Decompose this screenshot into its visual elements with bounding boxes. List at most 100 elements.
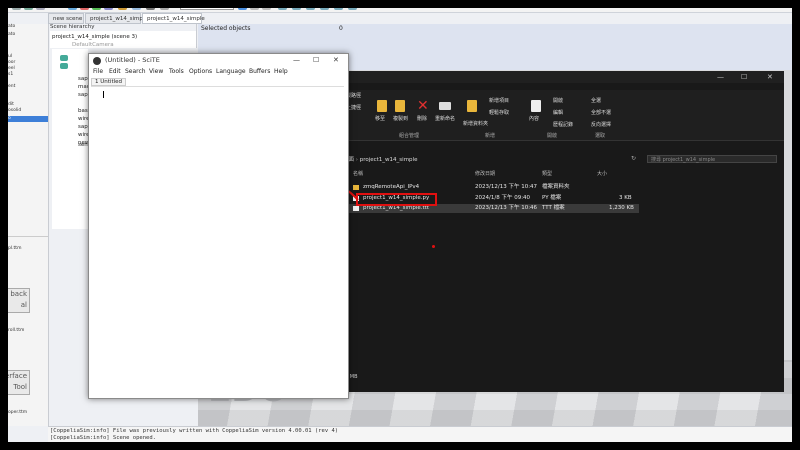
rename-icon[interactable] — [439, 102, 451, 110]
model-folder-item[interactable]: ato — [8, 32, 15, 37]
menu-view[interactable]: View — [149, 68, 163, 75]
editor-area[interactable] — [91, 86, 344, 393]
model-folder-item[interactable]: ent — [8, 84, 15, 89]
toolbar-icon[interactable] — [146, 2, 155, 10]
toolbar-icon[interactable] — [118, 2, 127, 10]
maximize-icon[interactable]: ☐ — [313, 56, 319, 64]
minimize-icon[interactable]: — — [293, 56, 300, 64]
menu-file[interactable]: File — [93, 68, 103, 75]
buffer-tab[interactable]: 1 Untitled — [91, 78, 127, 86]
rename-label[interactable]: 重新命名 — [435, 115, 455, 122]
stop-icon[interactable] — [262, 2, 271, 10]
column-date[interactable]: 修改日期 — [475, 170, 495, 179]
properties-icon[interactable] — [531, 100, 541, 112]
minimize-icon[interactable]: — — [717, 73, 724, 81]
toolbar-icon[interactable] — [92, 2, 101, 10]
thumb-label: Tool — [13, 383, 27, 391]
menu-language[interactable]: Language — [216, 68, 246, 75]
selected-folder-highlight[interactable] — [8, 116, 48, 122]
delete-label[interactable]: 刪除 — [417, 115, 427, 122]
delete-icon[interactable]: ✕ — [417, 98, 429, 114]
scene-tab[interactable]: new scene — [48, 13, 84, 24]
hierarchy-item[interactable]: DefaultCamera — [72, 41, 114, 49]
toolbar-icon[interactable] — [24, 2, 33, 10]
file-explorer-window: — ☐ ✕ 複製路徑 貼上捷徑 移至 複製到 ✕ 刪除 重新命名 新增資料夾 新… — [339, 71, 784, 392]
file-date: 2023/12/13 下午 10:46 — [475, 205, 538, 211]
toolbar-icon[interactable] — [12, 2, 21, 10]
hierarchy-root[interactable]: project1_w14_simple (scene 3) — [52, 33, 137, 41]
toolbar-icon[interactable] — [160, 2, 169, 10]
file-type: 檔案資料夾 — [542, 184, 570, 190]
menu-search[interactable]: Search — [125, 68, 146, 75]
model-file-label[interactable]: oper.ttm — [8, 410, 27, 415]
easy-access-button[interactable]: 輕鬆存取 — [489, 109, 509, 116]
model-folder-item[interactable]: oor — [8, 60, 15, 65]
toolbar-icon[interactable] — [104, 2, 113, 10]
toolbar-icon[interactable] — [306, 2, 315, 10]
new-item-button[interactable]: 新增項目 — [489, 97, 509, 104]
move-to-icon[interactable] — [377, 100, 387, 112]
close-icon[interactable]: ✕ — [333, 56, 339, 64]
close-icon[interactable]: ✕ — [767, 73, 773, 81]
model-folder-item[interactable]: ul — [8, 54, 12, 59]
move-to-label[interactable]: 移至 — [375, 115, 385, 122]
file-date: 2023/12/13 下午 10:47 — [475, 184, 538, 190]
toolbar-icon[interactable] — [68, 2, 77, 10]
model-folder-item[interactable]: s1 — [8, 72, 13, 77]
scite-window: (Untitled) - SciTE — ☐ ✕ File Edit Searc… — [88, 53, 349, 399]
copy-to-label[interactable]: 複製到 — [393, 115, 408, 122]
select-all-button[interactable]: 全選 — [591, 97, 601, 104]
model-folder-item-selected[interactable]: o — [8, 116, 11, 121]
play-icon[interactable] — [238, 2, 247, 10]
file-size: 1,230 KB — [609, 205, 634, 211]
scene-tab-active[interactable]: project1_w14_simple — [142, 13, 205, 24]
breadcrumb-item[interactable]: project1_w14_simple — [360, 157, 418, 163]
interface-tool-thumb[interactable]: terface Tool — [8, 370, 30, 395]
file-row[interactable]: zmqRemoteApi_IPv4 2023/12/13 下午 10:47 檔案… — [339, 183, 639, 192]
column-size[interactable]: 大小 — [597, 170, 607, 179]
toolbar-icon[interactable] — [132, 2, 141, 10]
toolbar-icon[interactable] — [80, 2, 89, 10]
ribbon-group-label: 組合管理 — [399, 133, 420, 139]
new-folder-label[interactable]: 新增資料夾 — [463, 120, 488, 127]
toolbar-icon[interactable] — [278, 2, 287, 10]
window-title: (Untitled) - SciTE — [105, 56, 160, 64]
scene-tab[interactable]: project1_w14_simple — [85, 13, 148, 24]
model-folder-item[interactable]: osolid — [8, 108, 21, 113]
thumb-label: terface — [8, 372, 27, 380]
maximize-icon[interactable]: ☐ — [741, 73, 747, 81]
menu-options[interactable]: Options — [189, 68, 212, 75]
physics-engine-select[interactable]: Bullet 2.78 — [180, 1, 234, 10]
search-input[interactable]: 搜尋 project1_w14_simple — [647, 155, 777, 163]
model-folder-item[interactable]: dit — [8, 102, 14, 107]
new-folder-icon[interactable] — [467, 100, 477, 112]
menu-edit[interactable]: Edit — [109, 68, 121, 75]
column-type[interactable]: 類型 — [542, 170, 552, 179]
hierarchy-tree-lower: sens — [52, 142, 91, 229]
invert-selection-button[interactable]: 反向選擇 — [591, 121, 611, 128]
hierarchy-item[interactable]: bas — [78, 107, 88, 115]
refresh-icon[interactable]: ↻ — [631, 155, 636, 162]
select-none-button[interactable]: 全部不選 — [591, 109, 611, 116]
breadcrumb[interactable]: 桌面 › project1_w14_simple — [343, 155, 417, 163]
edit-button[interactable]: 編輯 — [553, 109, 563, 116]
copy-to-icon[interactable] — [395, 100, 405, 112]
model-folder-item[interactable]: eel — [8, 66, 15, 71]
model-folder-item[interactable]: ato — [8, 24, 15, 29]
properties-label[interactable]: 內容 — [529, 115, 539, 122]
toolbar-icon[interactable] — [36, 2, 45, 10]
hierarchy-header: Scene hierarchy — [50, 24, 196, 31]
open-button[interactable]: 開啟 — [553, 97, 563, 104]
toolbar-icon[interactable] — [320, 2, 329, 10]
pause-icon[interactable] — [250, 2, 259, 10]
toolbar-icon[interactable] — [348, 2, 357, 10]
back-model-thumb[interactable]: back al — [8, 288, 30, 313]
model-file-label[interactable]: pl.ttm — [8, 246, 21, 251]
menu-buffers[interactable]: Buffers — [249, 68, 270, 75]
toolbar-icon[interactable] — [334, 2, 343, 10]
history-button[interactable]: 歷程記錄 — [553, 121, 573, 128]
menu-help[interactable]: Help — [274, 68, 288, 75]
model-file-label[interactable]: roll.ttm — [8, 328, 24, 333]
toolbar-icon[interactable] — [292, 2, 301, 10]
menu-tools[interactable]: Tools — [169, 68, 184, 75]
